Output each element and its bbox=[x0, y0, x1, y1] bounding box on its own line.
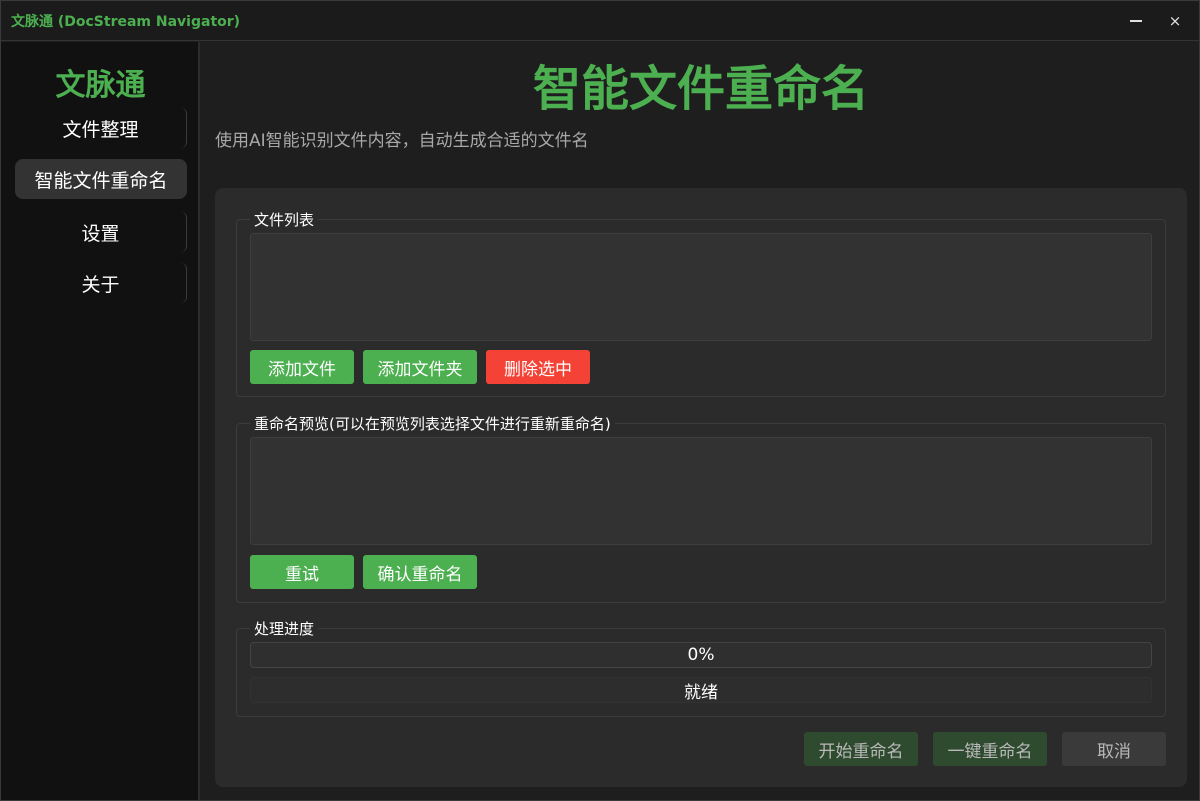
minimize-icon bbox=[1130, 20, 1142, 22]
app-brand: 文脉通 bbox=[55, 68, 146, 103]
page-title: 智能文件重命名 bbox=[532, 61, 869, 117]
sidebar: 文脉通 文件整理 智能文件重命名 设置 关于 bbox=[1, 42, 200, 800]
retry-button[interactable]: 重试 bbox=[250, 555, 354, 589]
rename-preview-list[interactable] bbox=[250, 437, 1152, 545]
main-panel: 文件列表 添加文件 添加文件夹 删除选中 重命名预览(可以在预览列表选择文件进行… bbox=[215, 188, 1187, 787]
sidebar-item-file-organize[interactable]: 文件整理 bbox=[15, 108, 187, 148]
close-icon: × bbox=[1168, 12, 1182, 30]
sidebar-item-label: 关于 bbox=[81, 273, 120, 296]
sidebar-item-label: 智能文件重命名 bbox=[34, 169, 168, 192]
sidebar-item-settings[interactable]: 设置 bbox=[15, 212, 187, 252]
title-bar[interactable]: 文脉通 (DocStream Navigator) × bbox=[1, 1, 1199, 41]
progress-group: 处理进度 0% 就绪 bbox=[236, 618, 1166, 717]
rename-preview-label: 重命名预览(可以在预览列表选择文件进行重新重命名) bbox=[250, 413, 615, 434]
delete-selected-button[interactable]: 删除选中 bbox=[486, 350, 590, 384]
minimize-button[interactable] bbox=[1121, 7, 1151, 35]
progress-text: 0% bbox=[687, 645, 715, 665]
file-list-group: 文件列表 添加文件 添加文件夹 删除选中 bbox=[236, 209, 1166, 397]
page-subtitle: 使用AI智能识别文件内容，自动生成合适的文件名 bbox=[215, 131, 589, 151]
confirm-rename-button[interactable]: 确认重命名 bbox=[363, 555, 477, 589]
progress-bar: 0% bbox=[250, 642, 1152, 668]
sidebar-item-label: 文件整理 bbox=[62, 118, 139, 141]
app-window: 文脉通 (DocStream Navigator) × 文脉通 文件整理 智能文… bbox=[0, 0, 1200, 801]
start-rename-button[interactable]: 开始重命名 bbox=[804, 732, 918, 766]
close-button[interactable]: × bbox=[1160, 7, 1190, 35]
file-list-label: 文件列表 bbox=[250, 209, 319, 230]
cancel-button[interactable]: 取消 bbox=[1062, 732, 1166, 766]
one-click-rename-button[interactable]: 一键重命名 bbox=[933, 732, 1047, 766]
sidebar-item-smart-rename[interactable]: 智能文件重命名 bbox=[15, 159, 187, 199]
sidebar-item-about[interactable]: 关于 bbox=[15, 263, 187, 303]
add-file-button[interactable]: 添加文件 bbox=[250, 350, 354, 384]
sidebar-item-label: 设置 bbox=[81, 222, 120, 245]
rename-preview-group: 重命名预览(可以在预览列表选择文件进行重新重命名) 重试 确认重命名 bbox=[236, 413, 1166, 603]
status-text: 就绪 bbox=[684, 682, 718, 703]
window-title: 文脉通 (DocStream Navigator) bbox=[11, 13, 241, 30]
progress-label: 处理进度 bbox=[250, 618, 319, 639]
file-list[interactable] bbox=[250, 233, 1152, 341]
status-text-box: 就绪 bbox=[250, 677, 1152, 703]
add-folder-button[interactable]: 添加文件夹 bbox=[363, 350, 477, 384]
